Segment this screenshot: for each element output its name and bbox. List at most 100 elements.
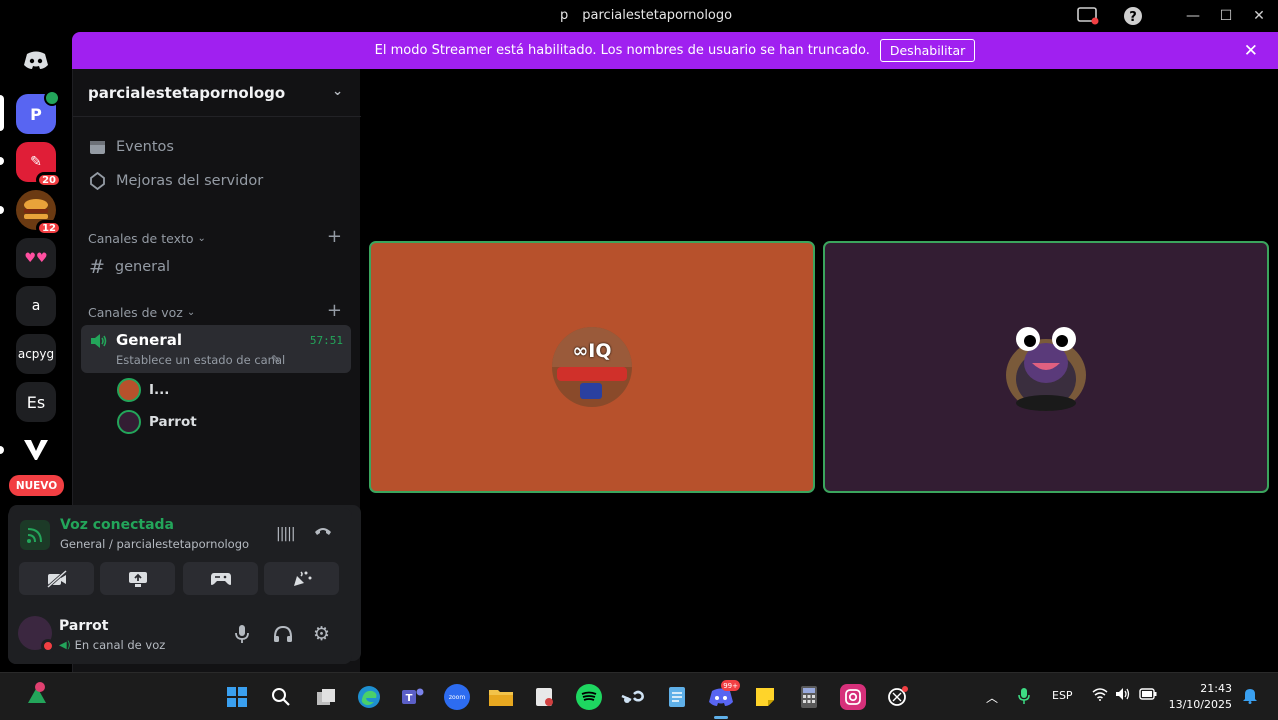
minimize-icon[interactable]: — bbox=[1178, 4, 1208, 28]
calculator-icon[interactable] bbox=[796, 684, 822, 710]
wifi-icon[interactable] bbox=[1092, 687, 1108, 704]
mic-icon[interactable] bbox=[234, 624, 250, 648]
clock-date: 13/10/2025 bbox=[1168, 698, 1232, 711]
server-boosts-label: Mejoras del servidor bbox=[116, 173, 264, 189]
server-acpyg-label: acpyg bbox=[17, 347, 55, 361]
window-title-text: parcialestetapornologo bbox=[582, 8, 733, 23]
system-clock[interactable]: 21:43 13/10/2025 bbox=[1169, 681, 1232, 713]
selected-server-pill bbox=[0, 95, 4, 131]
start-icon[interactable] bbox=[224, 684, 250, 710]
voice-connected-status[interactable]: Voz conectada bbox=[60, 517, 174, 533]
notepad-icon[interactable] bbox=[664, 684, 690, 710]
gear-icon[interactable]: ⚙ bbox=[313, 623, 330, 645]
mention-badge: 12 bbox=[36, 220, 62, 236]
channel-general[interactable]: # general bbox=[89, 254, 170, 280]
disconnect-icon[interactable] bbox=[313, 522, 333, 541]
server-hearts[interactable]: ♥♥ bbox=[16, 238, 56, 278]
channel-status[interactable]: Establece un estado de canal bbox=[116, 353, 285, 367]
chevron-down-icon: ⌄ bbox=[197, 233, 206, 244]
clock-time: 21:43 bbox=[1200, 682, 1232, 695]
voice-location[interactable]: General / parcialestetapornologo bbox=[60, 537, 249, 551]
svg-text:?: ? bbox=[1129, 10, 1137, 25]
unread-pill bbox=[0, 157, 4, 165]
boost-icon bbox=[90, 172, 105, 190]
activities-button[interactable] bbox=[183, 562, 258, 595]
help-icon[interactable]: ? bbox=[1118, 4, 1148, 28]
disable-streamer-button[interactable]: Deshabilitar bbox=[879, 39, 976, 62]
discord-home-icon[interactable] bbox=[16, 40, 56, 80]
chatgpt-icon[interactable] bbox=[884, 684, 910, 710]
battery-icon[interactable] bbox=[1139, 688, 1157, 703]
title-bar: p parcialestetapornologo ? — ☐ ✕ bbox=[0, 0, 1278, 32]
edge-icon[interactable] bbox=[356, 684, 382, 710]
search-icon[interactable] bbox=[268, 684, 294, 710]
server-a[interactable]: a bbox=[16, 286, 56, 326]
headphones-icon[interactable] bbox=[273, 625, 293, 647]
snipping-tool-icon[interactable] bbox=[532, 684, 558, 710]
server-red[interactable]: ✎ 20 bbox=[16, 142, 62, 188]
avatar[interactable] bbox=[18, 616, 55, 653]
windows-taskbar: T zoom 99+ ︿ ESP 21:43 13/10/2025 bbox=[0, 672, 1278, 720]
chevron-down-icon: ⌄ bbox=[186, 307, 196, 318]
language-indicator[interactable]: ESP bbox=[1052, 689, 1073, 702]
add-text-channel-icon[interactable]: + bbox=[327, 226, 342, 247]
close-banner-icon[interactable]: ✕ bbox=[1244, 41, 1258, 61]
camera-off-button[interactable] bbox=[19, 562, 94, 595]
voice-member[interactable]: Parrot bbox=[117, 409, 197, 435]
soundboard-button[interactable] bbox=[264, 562, 339, 595]
unread-pill bbox=[0, 206, 4, 214]
instagram-icon[interactable] bbox=[840, 684, 866, 710]
new-badge[interactable]: NUEVO bbox=[9, 475, 64, 496]
chevron-up-icon[interactable]: ︿ bbox=[986, 689, 998, 706]
maximize-icon[interactable]: ☐ bbox=[1211, 4, 1241, 28]
close-window-icon[interactable]: ✕ bbox=[1244, 4, 1274, 28]
unread-pill bbox=[0, 446, 4, 454]
server-p-label: P bbox=[30, 104, 42, 124]
inbox-icon[interactable] bbox=[1073, 4, 1103, 28]
mic-in-use-icon[interactable] bbox=[1018, 687, 1030, 708]
spotify-icon[interactable] bbox=[576, 684, 602, 710]
voice-member[interactable]: I... bbox=[117, 377, 169, 403]
volume-icon[interactable] bbox=[1115, 687, 1131, 704]
member-name: Parrot bbox=[149, 414, 197, 430]
username[interactable]: Parrot bbox=[59, 618, 108, 634]
discord-taskbar-icon[interactable]: 99+ bbox=[708, 680, 740, 719]
file-explorer-icon[interactable] bbox=[488, 684, 514, 710]
zoom-icon[interactable]: zoom bbox=[444, 684, 470, 710]
text-channels-category[interactable]: Canales de texto ⌄ bbox=[88, 231, 206, 246]
video-tile-user-2[interactable] bbox=[823, 241, 1269, 493]
server-name: parcialestetapornologo bbox=[88, 83, 286, 102]
noise-suppression-icon[interactable]: ||||| bbox=[276, 526, 296, 542]
speaker-icon bbox=[91, 334, 107, 348]
gamepad-icon bbox=[210, 572, 231, 585]
server-acpyg[interactable]: acpyg bbox=[16, 334, 56, 374]
notification-bell-icon[interactable] bbox=[1242, 686, 1258, 707]
events-item[interactable]: Eventos bbox=[89, 134, 174, 160]
task-view-icon[interactable] bbox=[313, 684, 339, 710]
avatar: ∞IQ bbox=[552, 327, 632, 407]
mention-badge: 20 bbox=[36, 172, 62, 188]
server-p[interactable]: P bbox=[16, 90, 60, 134]
server-burger[interactable]: 12 bbox=[16, 190, 62, 236]
steam-icon[interactable] bbox=[620, 684, 646, 710]
avatar bbox=[117, 410, 141, 434]
voice-channels-category[interactable]: Canales de voz ⌄ bbox=[88, 305, 195, 320]
video-tile-user-1[interactable]: ∞IQ bbox=[369, 241, 815, 493]
server-v[interactable] bbox=[16, 430, 56, 470]
pencil-icon[interactable]: ✎ bbox=[271, 353, 280, 366]
server-boosts-item[interactable]: Mejoras del servidor bbox=[89, 168, 263, 194]
member-name: I... bbox=[149, 382, 170, 398]
screen-share-button[interactable] bbox=[100, 562, 175, 595]
voice-channel-name: General bbox=[116, 331, 182, 349]
avatar-text: ∞IQ bbox=[572, 340, 612, 362]
calendar-icon bbox=[90, 141, 105, 154]
voice-channel-general[interactable]: General Establece un estado de canal ✎ 5… bbox=[81, 325, 351, 373]
teams-icon[interactable]: T bbox=[400, 684, 426, 710]
sticky-notes-icon[interactable] bbox=[752, 684, 778, 710]
add-voice-channel-icon[interactable]: + bbox=[327, 300, 342, 321]
server-header[interactable]: parcialestetapornologo ⌄ bbox=[73, 69, 361, 117]
signal-icon[interactable] bbox=[20, 520, 50, 550]
hash-icon: # bbox=[89, 256, 105, 278]
server-es[interactable]: Es bbox=[16, 382, 56, 422]
widgets-icon[interactable] bbox=[24, 681, 50, 707]
